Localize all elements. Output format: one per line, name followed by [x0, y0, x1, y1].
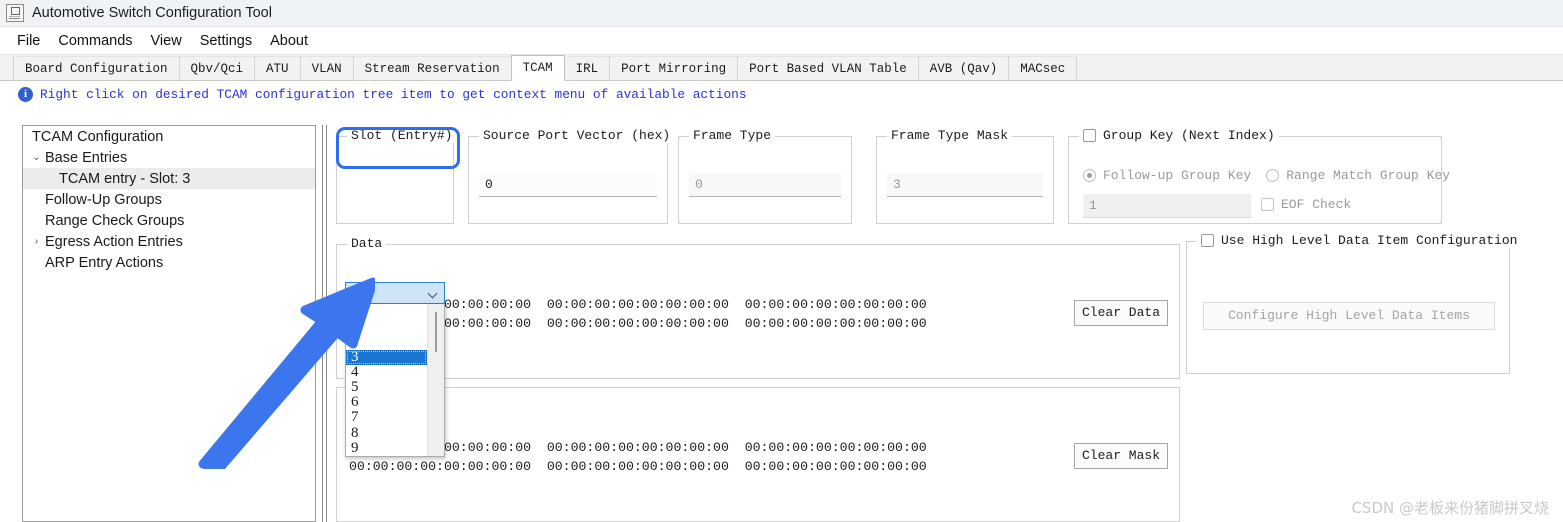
- follow-up-group-key-label: Follow-up Group Key: [1103, 168, 1252, 183]
- info-bar-text: Right click on desired TCAM configuratio…: [40, 86, 747, 102]
- menu-item-about[interactable]: About: [261, 31, 317, 51]
- high-level-data-group-title: Use High Level Data Item Configuration: [1197, 233, 1522, 248]
- frame-type-mask-group-title: Frame Type Mask: [887, 128, 1013, 143]
- tab-vlan[interactable]: VLAN: [299, 56, 354, 80]
- tree-twisty-placeholder-icon: [28, 195, 45, 205]
- eof-check-row: EOF Check: [1261, 197, 1351, 212]
- tab-qbv-qci[interactable]: Qbv/Qci: [178, 56, 256, 80]
- data-group-title: Data: [347, 236, 387, 251]
- frame-type-mask-group-box: Frame Type Mask: [876, 128, 1054, 224]
- tree-item-arp-entry-actions[interactable]: ARP Entry Actions: [23, 252, 315, 273]
- menu-item-view[interactable]: View: [142, 31, 191, 51]
- source-port-vector-group-box: Source Port Vector (hex): [468, 128, 675, 224]
- slot-dropdown-scrollbar[interactable]: [427, 304, 444, 456]
- eof-check-checkbox[interactable]: [1261, 198, 1274, 211]
- tree-item-label: Base Entries: [45, 149, 128, 166]
- slot-combobox-head[interactable]: 3: [345, 282, 445, 304]
- slot-option-0[interactable]: 0: [346, 303, 427, 319]
- chevron-right-icon[interactable]: ›: [28, 236, 45, 247]
- info-icon: i: [18, 86, 33, 102]
- tree-twisty-placeholder-icon: [28, 216, 45, 226]
- tab-macsec[interactable]: MACsec: [1008, 56, 1078, 80]
- chevron-down-icon[interactable]: ⌄: [28, 152, 45, 163]
- slot-option-3[interactable]: 3: [346, 349, 427, 365]
- slot-group-title: Slot (Entry#): [347, 128, 457, 143]
- data-group-box: Data 00:00:00:00:00:00:00:00 00:00:00:00…: [336, 236, 1180, 379]
- group-key-radio-row: Follow-up Group Key Range Match Group Ke…: [1083, 168, 1450, 183]
- high-level-data-group-box: Use High Level Data Item Configuration C…: [1186, 233, 1522, 374]
- range-match-group-key-radio[interactable]: [1266, 169, 1280, 182]
- tree-twisty-placeholder-icon: [28, 258, 45, 268]
- tab-irl[interactable]: IRL: [563, 56, 611, 80]
- slot-option-5[interactable]: 5: [346, 379, 427, 395]
- slot-combobox-dropdown[interactable]: 0 1 2 3 4 5 6 7 8 9: [345, 303, 445, 457]
- title-bar: Automotive Switch Configuration Tool: [0, 0, 1563, 27]
- tree-item-follow-up-groups[interactable]: Follow-Up Groups: [23, 189, 315, 210]
- tree-title-label: TCAM Configuration: [32, 128, 164, 145]
- slot-group-box: Slot (Entry#): [336, 128, 457, 224]
- tab-avb-qav[interactable]: AVB (Qav): [917, 56, 1010, 80]
- app-window-icon: [6, 4, 24, 22]
- tree-item-range-check-groups[interactable]: Range Check Groups: [23, 210, 315, 231]
- menu-item-commands[interactable]: Commands: [49, 31, 141, 51]
- clear-data-button[interactable]: Clear Data: [1074, 300, 1168, 326]
- slot-option-1[interactable]: 1: [346, 318, 427, 334]
- group-key-checkbox[interactable]: [1083, 129, 1096, 142]
- configure-high-level-data-items-button[interactable]: Configure High Level Data Items: [1203, 302, 1495, 330]
- panel-splitter[interactable]: [322, 125, 327, 522]
- slot-combobox[interactable]: 3 0 1 2 3 4 5 6 7 8 9: [345, 282, 445, 457]
- window-title: Automotive Switch Configuration Tool: [32, 5, 272, 21]
- menu-bar: File Commands View Settings About: [0, 27, 1563, 55]
- frame-type-input[interactable]: [689, 173, 841, 197]
- group-key-label: Group Key (Next Index): [1103, 128, 1275, 143]
- tab-atu[interactable]: ATU: [254, 56, 301, 80]
- slot-combobox-value: 3: [352, 285, 361, 301]
- slot-option-2[interactable]: 2: [346, 334, 427, 349]
- menu-item-settings[interactable]: Settings: [191, 31, 261, 51]
- tree-item-egress-action-entries[interactable]: › Egress Action Entries: [23, 231, 315, 252]
- tree-item-base-entries[interactable]: ⌄ Base Entries: [23, 147, 315, 168]
- eof-check-label: EOF Check: [1281, 197, 1352, 212]
- group-key-index-input[interactable]: [1083, 194, 1251, 218]
- tcam-work-area: TCAM Configuration ⌄ Base Entries TCAM e…: [0, 104, 1563, 522]
- frame-type-mask-input[interactable]: [887, 173, 1043, 197]
- range-match-group-key-label: Range Match Group Key: [1286, 168, 1451, 183]
- tree-item-label: Egress Action Entries: [45, 233, 183, 250]
- menu-item-file[interactable]: File: [8, 31, 49, 51]
- tab-port-mirroring[interactable]: Port Mirroring: [609, 56, 739, 80]
- tree-item-label: Range Check Groups: [45, 212, 185, 229]
- tree-item-label: ARP Entry Actions: [45, 254, 164, 271]
- frame-type-group-box: Frame Type: [678, 128, 852, 224]
- slot-option-8[interactable]: 8: [346, 425, 427, 441]
- slot-option-4[interactable]: 4: [346, 364, 427, 380]
- tree-item-tcam-entry-slot-3[interactable]: TCAM entry - Slot: 3: [23, 168, 315, 189]
- mask-group-box: Mask 00:00:00:00:00:00:00:00 00:00:00:00…: [336, 379, 1180, 522]
- source-port-vector-group-title: Source Port Vector (hex): [479, 128, 675, 143]
- tab-stream-reservation[interactable]: Stream Reservation: [352, 56, 512, 80]
- tab-port-based-vlan-table[interactable]: Port Based VLAN Table: [737, 56, 919, 80]
- tree-item-label: TCAM entry - Slot: 3: [59, 170, 191, 187]
- frame-type-group-title: Frame Type: [689, 128, 776, 143]
- clear-mask-button[interactable]: Clear Mask: [1074, 443, 1168, 469]
- slot-option-6[interactable]: 6: [346, 394, 427, 410]
- group-key-group-title: Group Key (Next Index): [1079, 128, 1279, 143]
- tree-item-label: Follow-Up Groups: [45, 191, 162, 208]
- tree-title: TCAM Configuration: [23, 126, 315, 147]
- tab-board-configuration[interactable]: Board Configuration: [13, 56, 180, 80]
- source-port-vector-input[interactable]: [479, 173, 657, 197]
- watermark: CSDN @老板来份猪脚拼叉烧: [1351, 499, 1549, 517]
- slot-option-7[interactable]: 7: [346, 410, 427, 425]
- mask-hex-line-2[interactable]: 00:00:00:00:00:00:00:00 00:00:00:00:00:0…: [349, 457, 927, 476]
- tab-tcam[interactable]: TCAM: [510, 55, 565, 81]
- tab-bar: Board Configuration Qbv/Qci ATU VLAN Str…: [0, 55, 1563, 81]
- use-high-level-data-checkbox[interactable]: [1201, 234, 1214, 247]
- use-high-level-data-label: Use High Level Data Item Configuration: [1221, 233, 1518, 248]
- slot-dropdown-scrollbar-thumb[interactable]: [435, 312, 437, 352]
- tcam-configuration-tree[interactable]: TCAM Configuration ⌄ Base Entries TCAM e…: [22, 125, 316, 522]
- group-key-group-box: Group Key (Next Index) Follow-up Group K…: [1068, 128, 1450, 224]
- chevron-down-icon[interactable]: [428, 290, 438, 296]
- follow-up-group-key-radio[interactable]: [1083, 169, 1096, 182]
- slot-option-9[interactable]: 9: [346, 440, 427, 456]
